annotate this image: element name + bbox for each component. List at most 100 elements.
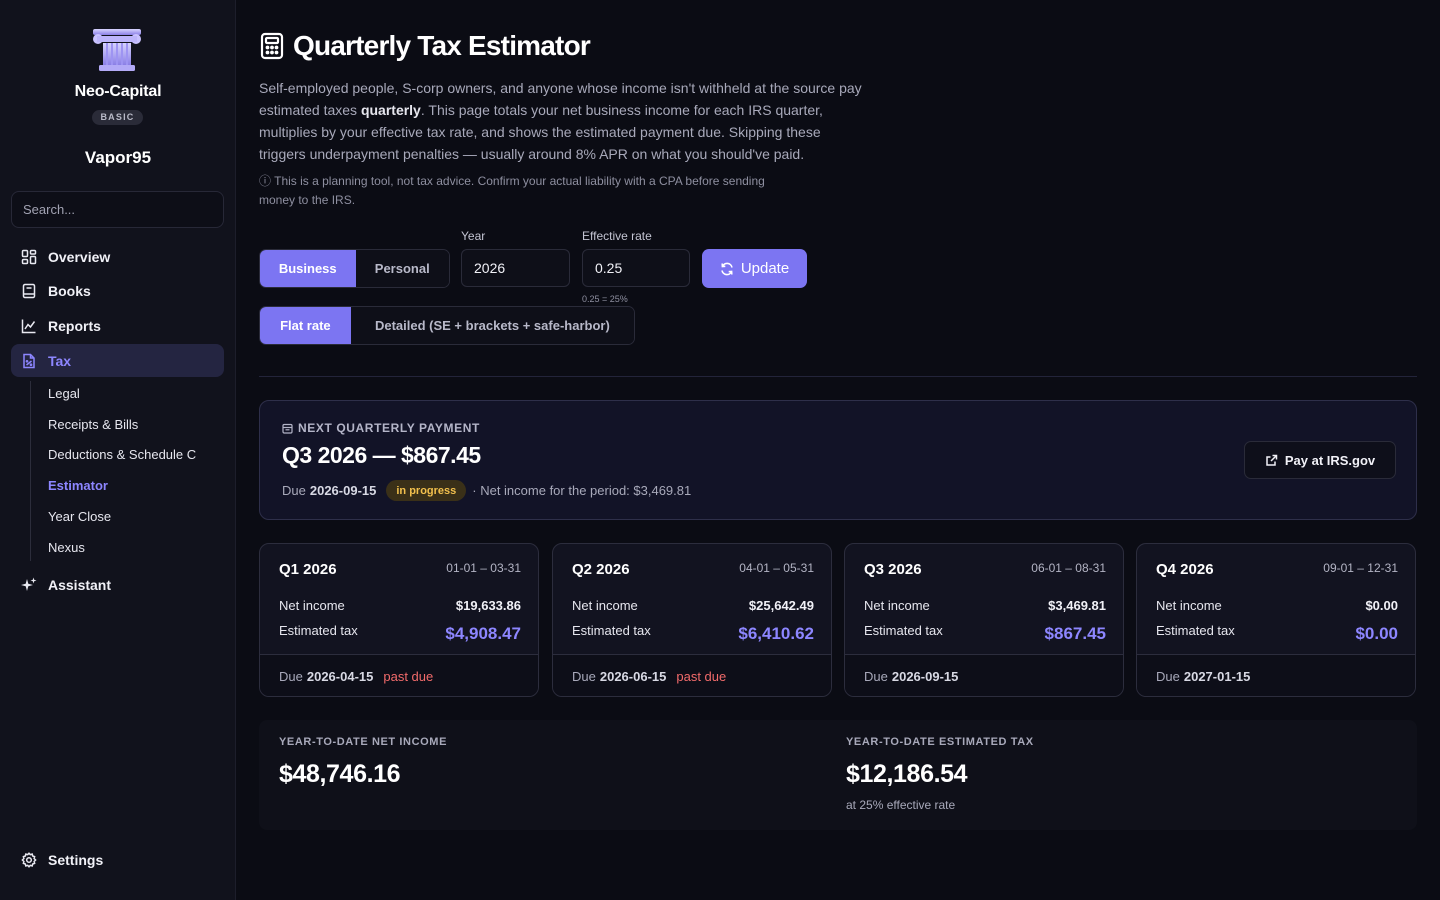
quarter-range: 09-01 – 12-31 [1323,561,1398,575]
year-label: Year [461,229,486,243]
gear-icon [21,851,37,868]
brand-name: Neo-Capital [74,83,162,100]
subnav-guide-line [30,381,31,561]
estimated-tax-value: $6,410.62 [738,624,814,643]
sidebar-item-label: Assistant [48,576,112,593]
ytd-rate-caption: at 25% effective rate [846,798,956,812]
quarter-range: 01-01 – 03-31 [446,561,521,575]
estimated-tax-label: Estimated tax [279,623,358,638]
search-input[interactable] [11,191,224,228]
net-income-text: · Net income for the period: $3,469.81 [472,483,692,498]
quarter-due-footer: Due 2026-04-15 past due [260,654,538,696]
past-due-badge: past due [383,669,434,684]
sidebar-item-assistant[interactable]: Assistant [11,568,224,601]
past-due-badge: past due [676,669,727,684]
quarter-title: Q4 2026 [1156,561,1214,578]
calculator-icon [260,32,284,60]
subnav-item-legal[interactable]: Legal [48,386,80,401]
status-badge: in progress [386,480,467,501]
due-date: 2026-09-15 [309,483,377,498]
sidebar-item-label: Overview [48,248,111,265]
net-income-value: $3,469.81 [1048,598,1106,613]
sidebar-item-label: Settings [48,851,104,868]
effective-rate-field[interactable] [582,249,690,287]
update-label: Update [740,260,790,277]
quarter-card-q1: Q1 2026 01-01 – 03-31 Net income $19,633… [259,543,539,697]
subnav-item-year-close[interactable]: Year Close [48,509,111,524]
subnav-item-nexus[interactable]: Nexus [48,540,85,555]
sidebar-item-overview[interactable]: Overview [11,240,224,273]
year-to-date-summary: YEAR-TO-DATE NET INCOME $48,746.16 YEAR-… [259,720,1417,830]
grid-icon [21,249,37,265]
net-income-value: $25,642.49 [748,598,814,613]
estimated-tax-value: $0.00 [1355,624,1398,643]
ytd-estimated-tax-value: $12,186.54 [846,760,968,788]
net-income-label: Net income [572,598,638,613]
calculation-mode-toggle: Flat rate Detailed (SE + brackets + safe… [259,306,635,345]
flat-rate-option-button[interactable]: Flat rate [260,307,351,344]
calendar-icon [282,423,293,434]
quarter-title: Q2 2026 [572,561,630,578]
due-label: Due [282,483,306,498]
sidebar-item-settings[interactable]: Settings [11,843,224,876]
subnav-item-deductions[interactable]: Deductions & Schedule C [48,447,196,462]
next-payment-meta: Due 2026-09-15 in progress · Net income … [282,480,691,501]
quarter-title: Q3 2026 [864,561,922,578]
business-option-button[interactable]: Business [260,250,356,287]
net-income-label: Net income [279,598,345,613]
username: Vapor95 [84,148,152,167]
estimated-tax-label: Estimated tax [1156,623,1235,638]
income-type-toggle: Business Personal [259,249,450,288]
refresh-icon [721,262,733,275]
next-payment-card: NEXT QUARTERLY PAYMENT Q3 2026 — $867.45… [259,400,1417,520]
estimated-tax-label: Estimated tax [572,623,651,638]
sidebar-item-tax[interactable]: Tax [11,344,224,377]
quarter-card-q4: Q4 2026 09-01 – 12-31 Net income $0.00 E… [1136,543,1416,697]
sidebar-item-label: Reports [48,317,101,334]
quarter-title: Q1 2026 [279,561,337,578]
rate-hint: 0.25 = 25% [582,294,628,304]
next-payment-kicker: NEXT QUARTERLY PAYMENT [282,421,480,435]
net-income-value: $19,633.86 [455,598,521,613]
pay-at-irs-button[interactable]: Pay at IRS.gov [1244,441,1396,479]
page-description: Self-employed people, S-corp owners, and… [259,80,862,162]
net-income-label: Net income [864,598,930,613]
subnav-item-receipts-bills[interactable]: Receipts & Bills [48,417,138,432]
sidebar-item-books[interactable]: Books [11,274,224,307]
quarter-range: 04-01 – 05-31 [739,561,814,575]
sidebar-item-label: Tax [48,352,72,369]
detailed-option-button[interactable]: Detailed (SE + brackets + safe-harbor) [350,307,634,344]
update-button[interactable]: Update [702,249,807,288]
effective-rate-label: Effective rate [582,229,652,243]
quarter-range: 06-01 – 08-31 [1031,561,1106,575]
ytd-net-income-value: $48,746.16 [279,760,401,788]
quarter-card-q2: Q2 2026 04-01 – 05-31 Net income $25,642… [552,543,832,697]
greek-column-logo-icon [93,29,141,71]
estimated-tax-label: Estimated tax [864,623,943,638]
sidebar: Neo-Capital BASIC Vapor95 Overview Books… [0,0,236,900]
plan-badge: BASIC [92,110,143,125]
net-income-value: $0.00 [1365,598,1398,613]
page-title: Quarterly Tax Estimator [293,30,591,61]
external-link-icon [1266,454,1278,466]
subnav-item-estimator[interactable]: Estimator [48,478,108,493]
ytd-net-income-label: YEAR-TO-DATE NET INCOME [279,736,448,748]
ytd-estimated-tax-label: YEAR-TO-DATE ESTIMATED TAX [846,736,1034,748]
estimated-tax-value: $4,908.47 [445,624,521,643]
year-field[interactable] [461,249,570,287]
quarter-due-footer: Due 2026-09-15 [845,654,1123,696]
page-header: Quarterly Tax Estimator [259,30,591,62]
sidebar-item-reports[interactable]: Reports [11,309,224,342]
sparkle-icon [21,577,37,593]
section-divider [259,376,1417,377]
personal-option-button[interactable]: Personal [355,250,449,287]
quarter-due-footer: Due 2026-06-15 past due [553,654,831,696]
main-content: Quarterly Tax Estimator Self-employed pe… [259,0,1417,900]
estimated-tax-value: $867.45 [1044,624,1106,643]
sidebar-item-label: Books [48,282,91,299]
quarter-due-footer: Due 2027-01-15 [1137,654,1415,696]
quarter-card-q3: Q3 2026 06-01 – 08-31 Net income $3,469.… [844,543,1124,697]
next-payment-title: Q3 2026 — $867.45 [282,442,481,468]
disclaimer-note: ⓘ This is a planning tool, not tax advic… [259,174,765,207]
info-icon: ⓘ [259,174,275,188]
